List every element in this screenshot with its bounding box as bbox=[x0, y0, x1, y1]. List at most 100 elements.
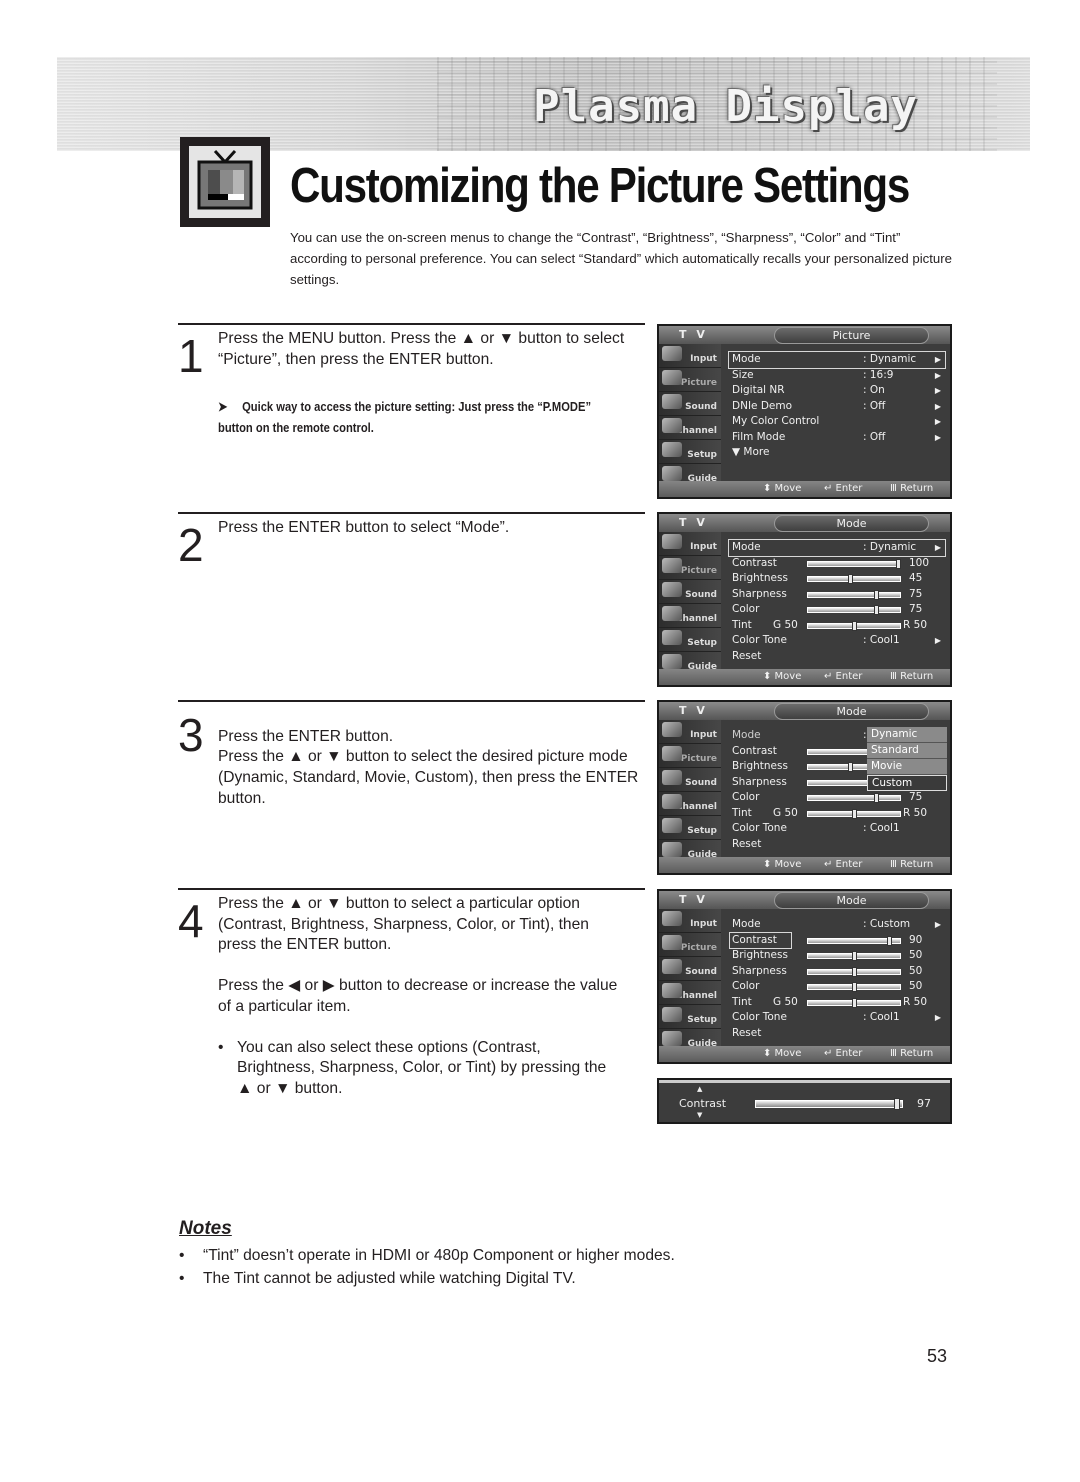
dropdown-option-custom[interactable]: Custom bbox=[867, 775, 947, 791]
input-icon bbox=[662, 534, 682, 549]
move-hint: ⬍ Move bbox=[763, 859, 802, 870]
chevron-right-icon: ▶ bbox=[934, 432, 941, 442]
page-number: 53 bbox=[927, 1346, 948, 1366]
osd-menu-item[interactable]: Color Tone: Cool1 ▶ bbox=[729, 1010, 945, 1026]
osd-sidebar-item-sound[interactable]: Sound bbox=[659, 957, 721, 981]
dropdown-option-movie[interactable]: Movie bbox=[867, 759, 947, 775]
osd-sidebar-item-setup[interactable]: Setup bbox=[659, 440, 721, 464]
osd-menu-item[interactable]: Film Mode: Off ▶ bbox=[729, 430, 945, 446]
osd-sidebar-item-picture[interactable]: Picture bbox=[659, 556, 721, 580]
step-paragraph: Press the ▲ or ▼ button to select a part… bbox=[218, 895, 589, 954]
osd-sidebar-item-setup[interactable]: Setup bbox=[659, 816, 721, 840]
osd-sidebar-item-input[interactable]: Input bbox=[659, 532, 721, 556]
osd-sidebar-item-input[interactable]: Input bbox=[659, 344, 721, 368]
osd-menu-item[interactable]: Sharpness 50 bbox=[729, 964, 945, 980]
slider-knob[interactable] bbox=[852, 966, 857, 977]
osd-menu-title: Mode bbox=[774, 703, 929, 720]
osd-slider[interactable] bbox=[807, 966, 901, 977]
osd-sidebar-item-input[interactable]: Input bbox=[659, 909, 721, 933]
osd-sidebar-item-setup[interactable]: Setup bbox=[659, 628, 721, 652]
osd-help-bar: ⬍ Move ↵ Enter Ⅲ Return bbox=[659, 1046, 950, 1062]
osd-item-label: Mode bbox=[732, 729, 761, 741]
slider-knob[interactable] bbox=[896, 558, 901, 569]
slider-knob[interactable] bbox=[887, 935, 893, 946]
osd-slider[interactable] bbox=[807, 620, 901, 631]
osd-item-value: : Cool1 bbox=[863, 822, 900, 834]
osd-menu-item[interactable]: Color 50 bbox=[729, 979, 945, 995]
osd-help-bar: ⬍ Move ↵ Enter Ⅲ Return bbox=[659, 857, 950, 873]
page-title: Customizing the Picture Settings bbox=[290, 159, 910, 213]
slider-knob[interactable] bbox=[874, 605, 879, 615]
osd-menu-item[interactable]: Tint G 50 R 50 bbox=[729, 806, 945, 822]
osd-menu-item[interactable]: Tint G 50 R 50 bbox=[729, 618, 945, 634]
osd-item-label: Brightness bbox=[732, 949, 788, 961]
osd-tv-label: T V bbox=[679, 893, 708, 906]
osd-sidebar-item-input[interactable]: Input bbox=[659, 720, 721, 744]
osd-sidebar-item-picture[interactable]: Picture bbox=[659, 744, 721, 768]
osd-menu-item[interactable]: Size: 16:9 ▶ bbox=[729, 368, 945, 384]
slider-knob[interactable] bbox=[847, 762, 853, 772]
adjust-slider[interactable] bbox=[755, 1098, 903, 1110]
dropdown-option-dynamic[interactable]: Dynamic bbox=[867, 727, 947, 743]
osd-sidebar-item-setup[interactable]: Setup bbox=[659, 1005, 721, 1029]
osd-slider[interactable] bbox=[807, 589, 901, 600]
osd-sidebar-item-sound[interactable]: Sound bbox=[659, 580, 721, 604]
osd-sidebar-item-channel[interactable]: Channel bbox=[659, 416, 721, 440]
osd-menu-item[interactable]: Digital NR: On ▶ bbox=[729, 383, 945, 399]
osd-slider[interactable] bbox=[807, 793, 901, 803]
osd-menu-item[interactable]: Sharpness 75 bbox=[729, 587, 945, 603]
osd-menu-item[interactable]: Reset bbox=[729, 837, 945, 853]
osd-slider-value: 100 bbox=[909, 556, 930, 569]
osd-slider-value: R 50 bbox=[903, 995, 927, 1008]
slider-knob[interactable] bbox=[874, 793, 879, 803]
osd-menu-item[interactable]: Color Tone: Cool1 ▶ bbox=[729, 633, 945, 649]
slider-knob[interactable] bbox=[893, 1098, 900, 1110]
osd-item-label: Tint bbox=[732, 806, 752, 819]
osd-menu-item[interactable]: Mode: Custom ▶ bbox=[729, 917, 945, 933]
osd-menu-item[interactable]: Reset bbox=[729, 649, 945, 665]
slider-knob[interactable] bbox=[874, 589, 879, 600]
osd-slider[interactable] bbox=[807, 951, 901, 961]
slider-knob[interactable] bbox=[852, 997, 857, 1008]
slider-knob[interactable] bbox=[852, 808, 857, 819]
osd-sidebar-item-channel[interactable]: Channel bbox=[659, 604, 721, 628]
osd-menu-item[interactable]: Color 75 bbox=[729, 790, 945, 806]
osd-menu-item[interactable]: Tint G 50 R 50 bbox=[729, 995, 945, 1011]
osd-sidebar-item-sound[interactable]: Sound bbox=[659, 768, 721, 792]
slider-knob[interactable] bbox=[852, 951, 857, 961]
sound-icon bbox=[662, 959, 682, 974]
chevron-right-icon: ▶ bbox=[934, 370, 941, 380]
setup-icon bbox=[662, 818, 682, 833]
osd-menu-item[interactable]: Brightness 50 bbox=[729, 948, 945, 964]
osd-menu-item[interactable]: DNIe Demo: Off ▶ bbox=[729, 399, 945, 415]
osd-menu-item[interactable]: Mode: Dynamic ▶ bbox=[728, 351, 946, 369]
dropdown-option-standard[interactable]: Standard bbox=[867, 743, 947, 759]
osd-sidebar-item-channel[interactable]: Channel bbox=[659, 792, 721, 816]
osd-menu-item[interactable]: Reset bbox=[729, 1026, 945, 1042]
sound-icon bbox=[662, 394, 682, 409]
osd-menu-item[interactable]: Color Tone: Cool1 bbox=[729, 821, 945, 837]
osd-menu-item[interactable]: Contrast 90 bbox=[729, 931, 945, 949]
osd-slider[interactable] bbox=[807, 935, 901, 946]
osd-sidebar-item-sound[interactable]: Sound bbox=[659, 392, 721, 416]
slider-knob[interactable] bbox=[852, 620, 857, 631]
slider-knob[interactable] bbox=[852, 982, 857, 992]
osd-menu-item[interactable]: Contrast 100 bbox=[729, 556, 945, 572]
osd-menu-item[interactable]: Color 75 bbox=[729, 602, 945, 618]
osd-sidebar-item-picture[interactable]: Picture bbox=[659, 933, 721, 957]
osd-slider[interactable] bbox=[807, 605, 901, 615]
osd-slider[interactable] bbox=[807, 997, 901, 1008]
osd-menu-item[interactable]: ▼ More bbox=[729, 445, 945, 461]
osd-sidebar-item-channel[interactable]: Channel bbox=[659, 981, 721, 1005]
slider-knob[interactable] bbox=[847, 574, 853, 584]
osd-item-label: Reset bbox=[732, 1026, 762, 1039]
osd-sidebar-item-picture[interactable]: Picture bbox=[659, 368, 721, 392]
osd-slider[interactable] bbox=[807, 808, 901, 819]
osd-slider[interactable] bbox=[807, 574, 901, 584]
mode-dropdown[interactable]: Dynamic Standard Movie Custom bbox=[867, 727, 947, 791]
osd-menu-item[interactable]: My Color Control ▶ bbox=[729, 414, 945, 430]
osd-slider[interactable] bbox=[807, 982, 901, 992]
osd-menu-item[interactable]: Brightness 45 bbox=[729, 571, 945, 587]
osd-slider[interactable] bbox=[807, 558, 901, 569]
osd-menu-item[interactable]: Mode: Dynamic ▶ bbox=[728, 539, 946, 557]
